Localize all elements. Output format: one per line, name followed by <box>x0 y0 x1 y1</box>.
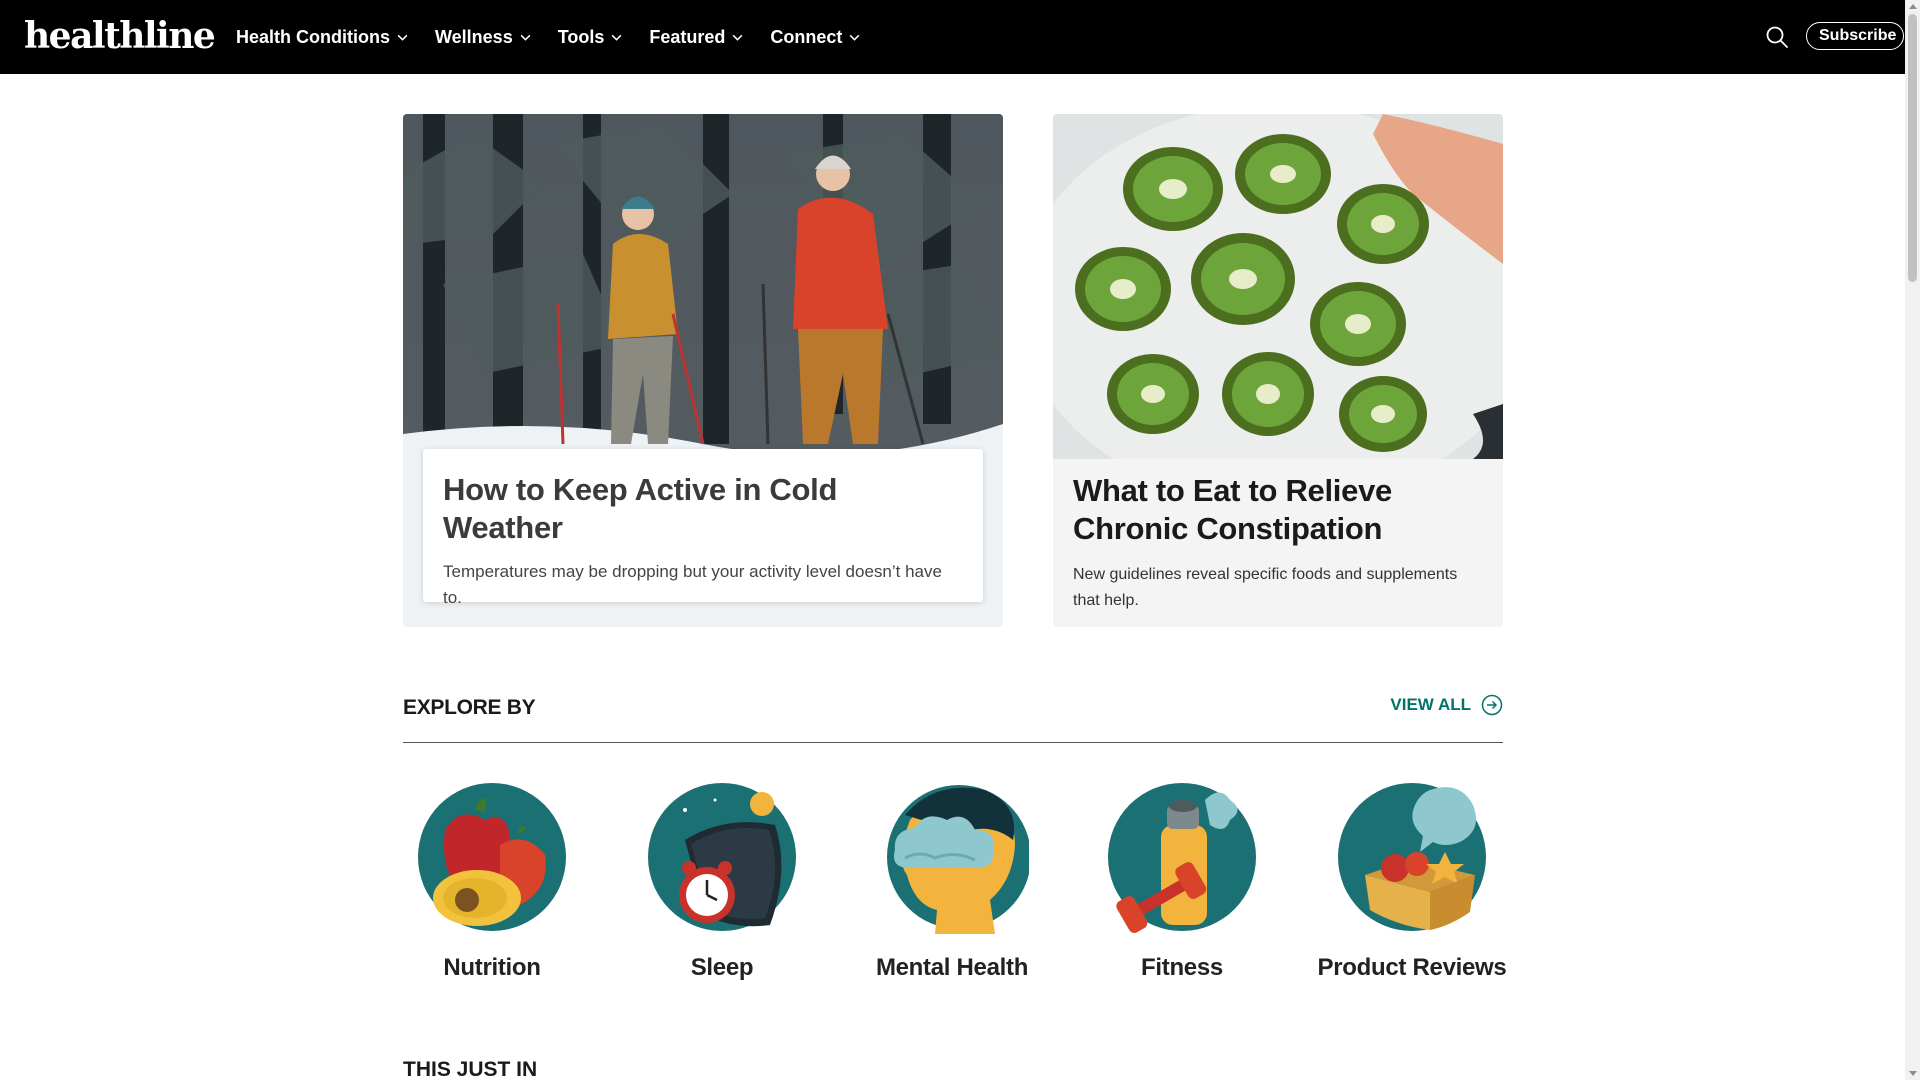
healthline-logo[interactable]: healthline <box>24 15 216 57</box>
page-scrollbar[interactable] <box>1905 0 1920 1080</box>
site-header: healthline Health Conditions Wellness To… <box>0 0 1905 74</box>
mental-health-icon <box>887 785 1029 934</box>
hero-card-text-panel: How to Keep Active in Cold Weather Tempe… <box>423 449 983 607</box>
explore-section-header: EXPLORE BY VIEW ALL <box>403 692 1503 743</box>
hero-card-description: New guidelines reveal specific foods and… <box>1073 566 1458 609</box>
nav-featured[interactable]: Featured <box>649 27 744 48</box>
explore-category-sleep[interactable]: Sleep <box>607 780 837 982</box>
chevron-down-icon <box>850 34 860 41</box>
hero-card-constipation[interactable]: What to Eat to Relieve Chronic Constipat… <box>1053 114 1503 627</box>
explore-category-fitness[interactable]: Fitness <box>1067 780 1297 982</box>
nav-label: Wellness <box>435 26 513 47</box>
nutrition-icon <box>418 783 566 931</box>
nav-label: Tools <box>557 26 605 47</box>
category-label: Fitness <box>1141 954 1223 981</box>
search-icon[interactable] <box>1765 25 1789 49</box>
scroll-down-arrow-icon[interactable] <box>1909 1071 1917 1076</box>
nav-label: Health Conditions <box>236 26 390 47</box>
hero-card-cold-weather[interactable]: How to Keep Active in Cold Weather Tempe… <box>403 114 1003 627</box>
category-label: Product Reviews <box>1317 954 1507 981</box>
nav-connect[interactable]: Connect <box>770 27 861 48</box>
sleep-icon <box>648 783 796 931</box>
view-all-link[interactable]: VIEW ALL <box>1390 694 1503 716</box>
kiwi-halves-photo <box>1053 114 1503 459</box>
nav-wellness[interactable]: Wellness <box>435 27 532 48</box>
fitness-icon <box>1108 783 1256 933</box>
hero-card-title[interactable]: What to Eat to Relieve Chronic Constipat… <box>1073 472 1488 548</box>
scroll-thumb[interactable] <box>1908 14 1917 282</box>
chevron-down-icon <box>397 34 408 41</box>
this-just-in-heading: THIS JUST IN <box>403 1058 538 1081</box>
hero-card-text-panel: What to Eat to Relieve Chronic Constipat… <box>1073 472 1488 614</box>
explore-category-mental-health[interactable]: Mental Health <box>837 780 1067 982</box>
chevron-down-icon <box>612 34 622 41</box>
scroll-up-arrow-icon[interactable] <box>1909 4 1917 9</box>
category-label: Sleep <box>690 954 754 981</box>
view-all-label: VIEW ALL <box>1390 695 1471 714</box>
chevron-down-icon <box>733 34 743 41</box>
nav-label: Featured <box>649 26 726 47</box>
arrow-circle-right-icon <box>1481 694 1503 716</box>
main-nav: Health Conditions Wellness Tools Feature… <box>236 0 861 74</box>
category-label: Mental Health <box>875 954 1029 981</box>
category-label: Nutrition <box>443 954 541 981</box>
explore-category-product-reviews[interactable]: Product Reviews <box>1297 780 1527 982</box>
explore-title: EXPLORE BY <box>403 696 536 719</box>
nav-tools[interactable]: Tools <box>558 27 624 48</box>
hero-card-title[interactable]: How to Keep Active in Cold Weather <box>443 471 963 547</box>
subscribe-button[interactable]: Subscribe <box>1806 22 1904 50</box>
chevron-down-icon <box>520 34 531 41</box>
nav-label: Connect <box>770 26 843 47</box>
product-reviews-icon <box>1338 783 1486 931</box>
nav-health-conditions[interactable]: Health Conditions <box>236 27 409 48</box>
hero-card-description: Temperatures may be dropping but your ac… <box>443 562 942 607</box>
explore-category-nutrition[interactable]: Nutrition <box>377 780 607 982</box>
